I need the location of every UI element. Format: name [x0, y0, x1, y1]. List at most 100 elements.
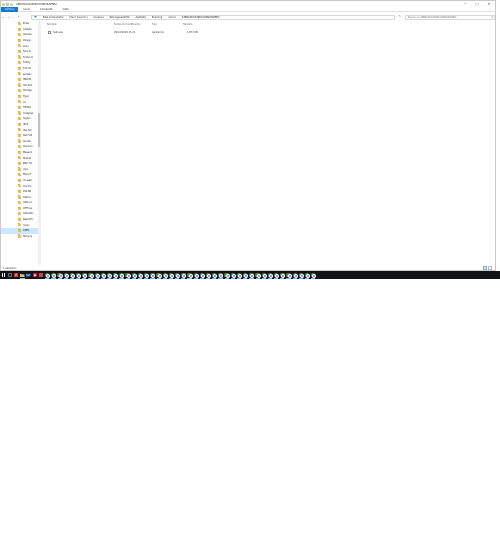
breadcrumb-item[interactable]: Este Computador — [43, 16, 64, 19]
folder-icon — [18, 196, 21, 199]
chrome-icon — [144, 273, 148, 277]
folder-icon — [18, 134, 21, 137]
folder-icon — [18, 84, 21, 87]
chrome-icon — [138, 273, 142, 277]
taskbar: ^ ESP 14:20 09/12/2019 — [0, 271, 500, 279]
details-view-icon[interactable] — [483, 266, 487, 270]
chrome-taskbar-button[interactable] — [310, 271, 316, 279]
folder-icon — [18, 146, 21, 149]
chrome-icon — [88, 273, 92, 277]
breadcrumb-separator: › — [163, 16, 167, 19]
chrome-icon — [311, 273, 315, 277]
column-header-date[interactable]: Fecha de modificación — [114, 23, 141, 27]
show-hidden-icons-chevron-icon[interactable]: ^ — [459, 545, 461, 548]
breadcrumb-item[interactable]: ozcom — [168, 16, 176, 19]
navigation-pane-scrollbar[interactable] — [38, 21, 41, 265]
tab-compartir[interactable]: Compartir — [35, 7, 58, 12]
volume-icon[interactable] — [468, 544, 471, 548]
nav-pane-folder-label: Mojoc8 — [23, 173, 32, 176]
nav-pane-folder-label: MPC HC — [23, 162, 32, 165]
address-bar[interactable]: › Este Computador › Disco local (C:) › U… — [31, 15, 395, 20]
ribbon-tabs: Archivo Inicio Compartir Vista — [1, 7, 495, 12]
breadcrumb-item[interactable]: Relnogenes9700 — [110, 16, 130, 19]
ribbon-expand-chevron-icon[interactable]: ⌄ — [489, 8, 491, 11]
nav-pane-folder-label: ext.c — [23, 45, 29, 48]
tab-inicio[interactable]: Inicio — [18, 7, 35, 12]
breadcrumb-item[interactable]: Disco local (C:) — [70, 16, 88, 19]
folder-icon — [18, 213, 21, 216]
nav-pane-folder-label: Chargi — [23, 39, 31, 42]
network-icon[interactable] — [463, 544, 466, 548]
properties-icon[interactable] — [6, 3, 9, 6]
nav-pane-folder-label: HG Tom — [23, 84, 32, 87]
chrome-icon — [70, 273, 74, 277]
folder-icon — [18, 123, 21, 126]
large-icons-view-icon[interactable] — [488, 266, 492, 270]
tab-vista[interactable]: Vista — [58, 7, 74, 12]
folder-icon — [18, 90, 21, 93]
computer-icon — [34, 15, 37, 19]
folder-icon — [18, 202, 21, 205]
column-header-size[interactable]: Tamaño — [183, 23, 192, 27]
chrome-icon — [150, 273, 154, 277]
notifications-icon[interactable] — [494, 544, 497, 548]
chrome-icon — [57, 273, 61, 277]
folder-icon — [18, 207, 21, 210]
folder-icon — [18, 39, 21, 42]
nav-pane-folder-label: Fact-D — [23, 50, 31, 53]
breadcrumb-item[interactable]: Roaming — [152, 16, 163, 19]
up-button[interactable]: ↑ — [16, 15, 21, 20]
chrome-icon — [119, 273, 123, 277]
folder-icon — [18, 56, 21, 59]
folder-icon[interactable] — [2, 3, 5, 6]
folder-icon — [18, 23, 21, 26]
folder-icon — [18, 174, 21, 177]
breadcrumb-item[interactable]: Usuarios — [93, 16, 103, 19]
nav-pane-folder-label: SS4 5ht — [23, 134, 32, 137]
breadcrumb-current[interactable]: 43B9CDC6346EC2498C8AE8EA — [182, 16, 220, 19]
scrollbar-thumb[interactable] — [38, 113, 40, 147]
folder-icon — [18, 140, 21, 143]
breadcrumb-item[interactable]: AppData — [135, 16, 145, 19]
window-title: 43B9CDC6346EC2498C8AE8EA — [16, 3, 57, 6]
refresh-icon[interactable]: ↻ — [399, 15, 401, 18]
file-type: Aplicación — [152, 31, 164, 34]
folder-icon — [18, 168, 21, 171]
nav-pane-folder-item[interactable]: Temp.ly — [1, 234, 40, 240]
folder-icon — [18, 45, 21, 48]
nav-pane-folder-label: OIS-86 — [23, 190, 31, 193]
clock[interactable]: 14:20 09/12/2019 — [479, 543, 492, 549]
chrome-icon — [262, 273, 266, 277]
folder-icon — [18, 162, 21, 165]
start-button[interactable] — [0, 271, 7, 279]
system-tray: ^ ESP 14:20 09/12/2019 — [459, 542, 500, 550]
chrome-icon — [200, 273, 204, 277]
folder-icon — [18, 235, 21, 238]
file-row[interactable]: hsbl.exe 09/12/2019 15:21 Aplicación 1.8… — [45, 30, 205, 34]
chrome-icon — [212, 273, 216, 277]
chrome-icon — [163, 273, 167, 277]
chrome-icon — [169, 273, 173, 277]
chrome-icon — [181, 273, 185, 277]
nav-pane-folder-label: Fontcom — [23, 56, 33, 59]
search-input[interactable]: Buscar en 43B9CDC6346EC2498C8AE8EA ⚲ — [405, 15, 495, 20]
nav-pane-folder-label: Isoluicm — [23, 145, 33, 148]
breadcrumb-separator: › — [131, 16, 135, 19]
nav-pane-folder-label: OsbnWe — [23, 212, 33, 215]
chrome-icon — [274, 273, 278, 277]
column-header-type[interactable]: Tipo — [152, 23, 157, 27]
chrome-icon — [299, 273, 303, 277]
folder-icon — [18, 28, 21, 31]
chrome-icon — [113, 273, 117, 277]
folder-icon — [18, 218, 21, 221]
folder-icon — [18, 112, 21, 115]
new-folder-icon[interactable] — [10, 3, 13, 6]
nav-pane-folder-label: Oncom — [23, 185, 32, 188]
chrome-icon — [280, 273, 284, 277]
nav-pane-folder-label: IngAcc — [23, 117, 31, 120]
address-history-chevron-icon[interactable]: ⌄ — [395, 15, 397, 18]
column-header-name[interactable]: Nombre — [47, 23, 57, 27]
input-language[interactable]: ESP — [473, 545, 477, 548]
tab-archivo[interactable]: Archivo — [1, 7, 18, 12]
file-list: Nombre Fecha de modificación Tipo Tamaño… — [43, 21, 497, 265]
